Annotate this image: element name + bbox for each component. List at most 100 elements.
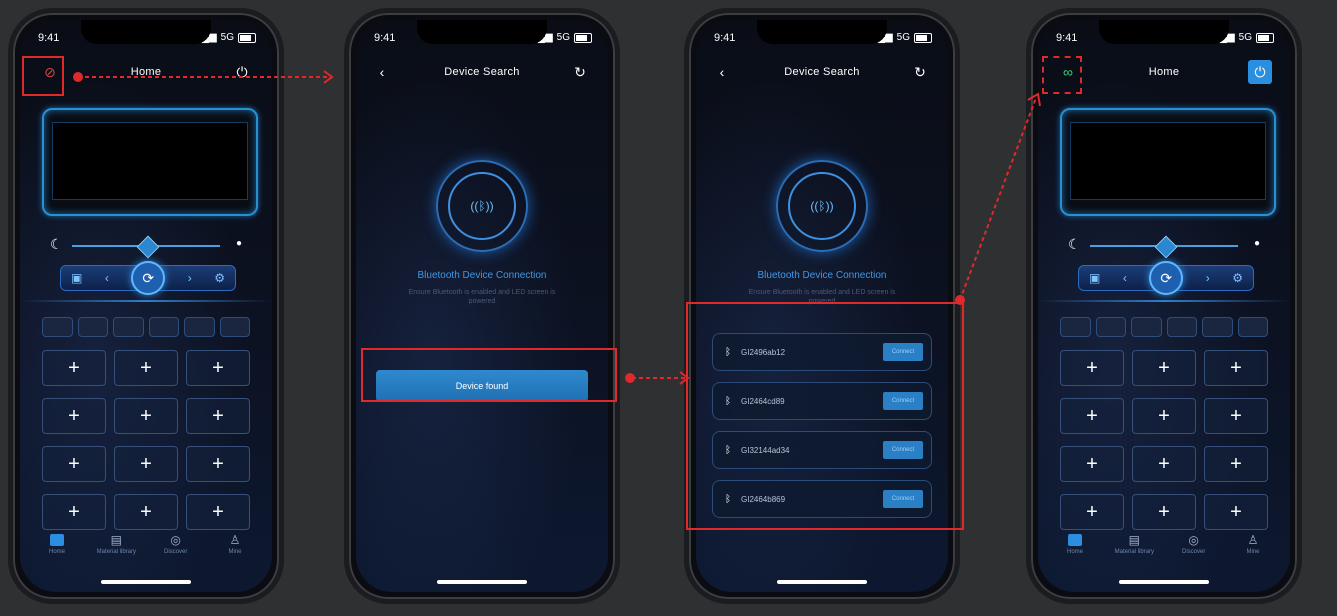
refresh-icon[interactable]: ↻ (568, 60, 592, 84)
add-program-button[interactable]: + (114, 398, 178, 434)
led-screen (52, 122, 248, 200)
tab-discover[interactable]: ◎ Discover (151, 534, 201, 566)
highlight-device-found (361, 348, 617, 402)
add-program-button[interactable]: + (1132, 446, 1196, 482)
back-icon[interactable]: ‹ (710, 60, 734, 84)
preset-slot[interactable] (184, 317, 215, 337)
bluetooth-scan-graphic: ((ᛒ)) (436, 160, 528, 252)
program-grid: + + + + + + + + + + + + (1060, 350, 1268, 530)
sun-icon: ● (1253, 238, 1260, 249)
bluetooth-title: Bluetooth Device Connection (757, 270, 887, 281)
screen: 9:41 ▂▄▆5G ⊘ Home ⏻ ☾ ● ▣ ‹ ⟳ › ⚙ + + + (20, 20, 272, 592)
preset-slot[interactable] (1060, 317, 1091, 337)
screen: 9:41 ▂▄▆5G ∞ Home ⏻ ☾ ● ▣ ‹ ⟳ › ⚙ + + + (1038, 20, 1290, 592)
tab-discover[interactable]: ◎ Discover (1169, 534, 1219, 566)
led-preview-panel (1060, 108, 1276, 216)
preset-slot[interactable] (42, 317, 73, 337)
compass-icon: ◎ (1188, 533, 1199, 547)
tab-mine[interactable]: ♙ Mine (1228, 534, 1278, 566)
add-program-button[interactable]: + (1204, 398, 1268, 434)
settings-icon[interactable]: ⚙ (214, 271, 225, 285)
network-label: 5G (220, 32, 234, 43)
add-program-button[interactable]: + (186, 350, 250, 386)
add-program-button[interactable]: + (114, 350, 178, 386)
user-icon: ♙ (229, 533, 241, 547)
tab-label: Home (1066, 549, 1083, 555)
tab-home[interactable]: Home (1050, 534, 1100, 566)
add-program-button[interactable]: + (114, 446, 178, 482)
battery-icon (1256, 32, 1274, 43)
brightness-slider[interactable]: ☾ ● (50, 235, 242, 259)
add-program-button[interactable]: + (1204, 446, 1268, 482)
tab-label: Discover (163, 549, 188, 555)
add-program-button[interactable]: + (1204, 494, 1268, 530)
tab-home[interactable]: Home (32, 534, 82, 566)
add-program-button[interactable]: + (1132, 350, 1196, 386)
moon-icon: ☾ (1068, 236, 1081, 252)
back-icon[interactable]: ‹ (370, 60, 394, 84)
preset-slot[interactable] (1202, 317, 1233, 337)
add-program-button[interactable]: + (1060, 398, 1124, 434)
user-icon: ♙ (1247, 533, 1259, 547)
loop-icon[interactable]: ⟳ (1149, 261, 1184, 295)
status-time: 9:41 (1056, 32, 1078, 44)
power-icon[interactable]: ⏻ (230, 60, 254, 84)
battery-icon (238, 32, 256, 43)
divider (20, 300, 272, 302)
bluetooth-subtitle: Ensure Bluetooth is enabled and LED scre… (408, 289, 556, 305)
add-program-button[interactable]: + (42, 350, 106, 386)
list-icon[interactable] (1237, 317, 1268, 337)
preset-slot[interactable] (1131, 317, 1162, 337)
loop-icon[interactable]: ⟳ (131, 261, 166, 295)
prev-icon[interactable]: ‹ (105, 271, 109, 285)
preset-slot[interactable] (148, 317, 179, 337)
slider-thumb[interactable] (136, 235, 160, 259)
list-icon[interactable] (219, 317, 250, 337)
preset-slot[interactable] (1095, 317, 1126, 337)
brightness-slider[interactable]: ☾ ● (1068, 235, 1260, 259)
power-icon[interactable]: ⏻ (1248, 60, 1272, 84)
preset-slot[interactable] (1166, 317, 1197, 337)
preset-slot[interactable] (113, 317, 144, 337)
add-program-button[interactable]: + (42, 398, 106, 434)
preset-row (1060, 317, 1268, 337)
tab-label: Mine (228, 549, 242, 555)
screen-icon[interactable]: ▣ (1089, 271, 1100, 285)
divider (1038, 300, 1290, 302)
status-time: 9:41 (38, 32, 60, 44)
add-program-button[interactable]: + (1060, 494, 1124, 530)
battery-icon (574, 32, 592, 43)
add-program-button[interactable]: + (1132, 494, 1196, 530)
screen-icon[interactable]: ▣ (71, 271, 82, 285)
add-program-button[interactable]: + (1132, 398, 1196, 434)
add-program-button[interactable]: + (186, 446, 250, 482)
tab-bar: Home ▤ Material library ◎ Discover ♙ Mine (32, 534, 260, 566)
add-program-button[interactable]: + (42, 494, 106, 530)
highlight-device-list (686, 302, 964, 530)
add-program-button[interactable]: + (186, 494, 250, 530)
add-program-button[interactable]: + (114, 494, 178, 530)
next-icon[interactable]: › (188, 271, 192, 285)
tab-mine[interactable]: ♙ Mine (210, 534, 260, 566)
page-title: Device Search (784, 66, 860, 78)
add-program-button[interactable]: + (42, 446, 106, 482)
settings-icon[interactable]: ⚙ (1232, 271, 1243, 285)
add-program-button[interactable]: + (1060, 350, 1124, 386)
slider-thumb[interactable] (1154, 235, 1178, 259)
next-icon[interactable]: › (1206, 271, 1210, 285)
add-program-button[interactable]: + (1060, 446, 1124, 482)
preset-slot[interactable] (77, 317, 108, 337)
tab-material-library[interactable]: ▤ Material library (91, 534, 141, 566)
add-program-button[interactable]: + (1204, 350, 1268, 386)
add-program-button[interactable]: + (186, 398, 250, 434)
led-screen (1070, 122, 1266, 200)
highlight-link-off (22, 56, 64, 96)
prev-icon[interactable]: ‹ (1123, 271, 1127, 285)
tab-material-library[interactable]: ▤ Material library (1109, 534, 1159, 566)
phone-home-disconnected: 9:41 ▂▄▆5G ⊘ Home ⏻ ☾ ● ▣ ‹ ⟳ › ⚙ + + + (8, 8, 284, 604)
control-bar: ▣ ‹ ⟳ › ⚙ (1078, 261, 1254, 295)
tab-label: Material library (1114, 549, 1154, 555)
library-icon: ▤ (110, 533, 122, 547)
tab-label: Discover (1181, 549, 1206, 555)
refresh-icon[interactable]: ↻ (908, 60, 932, 84)
